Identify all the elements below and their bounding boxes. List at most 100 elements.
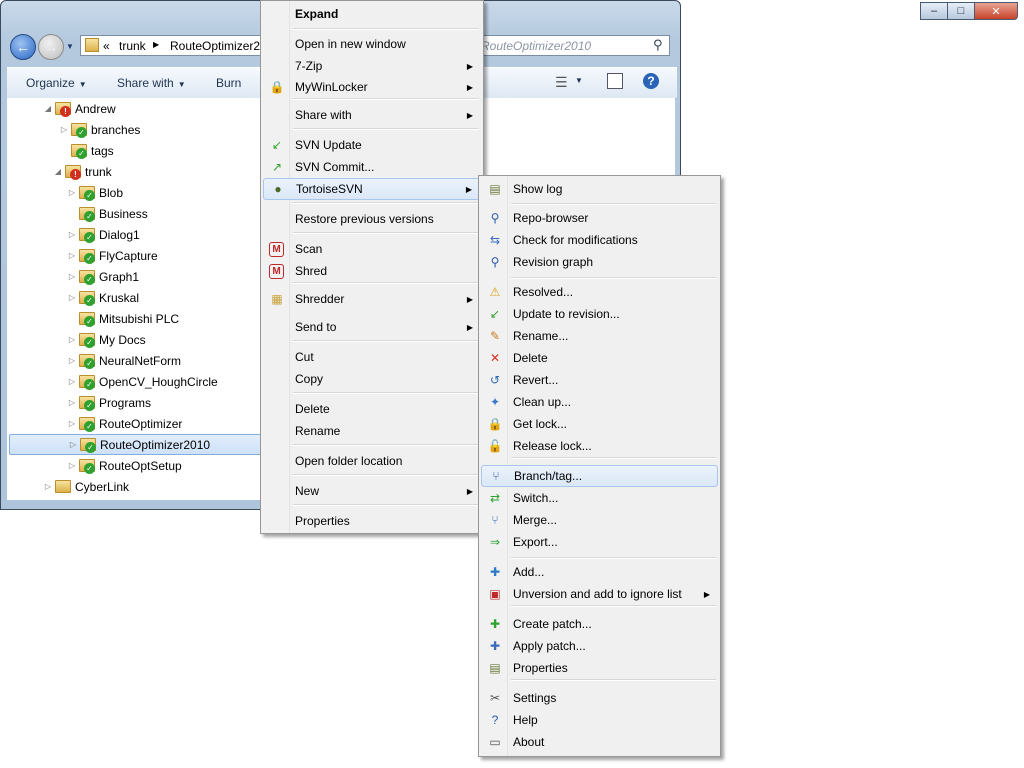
tree-item-branches[interactable]: ▷ ✓ branches <box>59 119 140 140</box>
share-with-button[interactable]: Share with ▼ <box>117 76 186 90</box>
forward-button[interactable]: → <box>38 34 64 60</box>
menu-item-7-zip[interactable]: 7-Zip ▶ <box>263 55 481 77</box>
svn-menu-item-revert[interactable]: ↺ Revert... <box>481 369 718 391</box>
expand-arrow-icon[interactable]: ▷ <box>67 461 77 470</box>
svn-menu-item-about[interactable]: ▭ About <box>481 731 718 753</box>
expand-arrow-icon[interactable]: ▷ <box>67 377 77 386</box>
menu-item-shred[interactable]: M Shred <box>263 260 481 282</box>
recent-pages-chevron-icon[interactable]: ▼ <box>66 42 74 51</box>
svn-menu-item-add[interactable]: ✚ Add... <box>481 561 718 583</box>
expand-arrow-icon[interactable]: ▷ <box>67 335 77 344</box>
menu-item-copy[interactable]: Copy <box>263 368 481 390</box>
organize-button[interactable]: Organize ▼ <box>26 76 87 90</box>
menu-item-cut[interactable]: Cut <box>263 346 481 368</box>
svn-menu-item-delete[interactable]: ✕ Delete <box>481 347 718 369</box>
expand-arrow-icon[interactable]: ▷ <box>67 251 77 260</box>
expand-arrow-icon[interactable]: ▷ <box>67 230 77 239</box>
menu-item-shredder[interactable]: ▦ Shredder ▶ <box>263 288 481 310</box>
tree-item-my-docs[interactable]: ▷ ✓ My Docs <box>67 329 146 350</box>
menu-item-tortoisesvn[interactable]: ● TortoiseSVN ▶ <box>263 178 481 200</box>
tree-item-blob[interactable]: ▷ ✓ Blob <box>67 182 123 203</box>
breadcrumb-trunk[interactable]: trunk <box>119 39 146 53</box>
menu-item-rename[interactable]: Rename <box>263 420 481 442</box>
menu-separator <box>293 28 479 30</box>
search-icon[interactable]: ⚲ <box>653 37 663 53</box>
menu-item-svn-update[interactable]: ↙ SVN Update <box>263 134 481 156</box>
menu-item-restore-previous-versions[interactable]: Restore previous versions <box>263 208 481 230</box>
svn-menu-item-rename[interactable]: ✎ Rename... <box>481 325 718 347</box>
svn-menu-item-create-patch[interactable]: ✚ Create patch... <box>481 613 718 635</box>
expand-arrow-icon[interactable]: ▷ <box>67 293 77 302</box>
svn-menu-item-help[interactable]: ? Help <box>481 709 718 731</box>
menu-item-open-folder-location[interactable]: Open folder location <box>263 450 481 472</box>
svn-menu-item-show-log[interactable]: ▤ Show log <box>481 178 718 200</box>
svn-menu-item-update-to-revision[interactable]: ↙ Update to revision... <box>481 303 718 325</box>
svn-menu-item-properties[interactable]: ▤ Properties <box>481 657 718 679</box>
menu-item-properties[interactable]: Properties <box>263 510 481 532</box>
tree-item-dialog1[interactable]: ▷ ✓ Dialog1 <box>67 224 140 245</box>
menu-item-delete[interactable]: Delete <box>263 398 481 420</box>
menu-item-expand[interactable]: Expand <box>263 3 481 25</box>
search-box-text[interactable]: RouteOptimizer2010 <box>481 39 591 53</box>
svn-menu-item-merge[interactable]: ⑂ Merge... <box>481 509 718 531</box>
tree-item-opencv-houghcircle[interactable]: ▷ ✓ OpenCV_HoughCircle <box>67 371 218 392</box>
svn-menu-item-export[interactable]: ⇒ Export... <box>481 531 718 553</box>
svn-menu-item-settings[interactable]: ✂ Settings <box>481 687 718 709</box>
menu-item-svn-commit[interactable]: ↗ SVN Commit... <box>263 156 481 178</box>
menu-separator <box>511 557 716 559</box>
svn-menu-item-check-for-modifications[interactable]: ⇆ Check for modifications <box>481 229 718 251</box>
tree-item-neuralnetform[interactable]: ▷ ✓ NeuralNetForm <box>67 350 181 371</box>
svn-normal-overlay-icon: ✓ <box>76 148 87 159</box>
svn-menu-item-revision-graph[interactable]: ⚲ Revision graph <box>481 251 718 273</box>
tree-item-business[interactable]: ✓ Business <box>67 203 148 224</box>
expand-arrow-icon[interactable]: ▷ <box>59 125 69 134</box>
tree-item-tags[interactable]: ✓ tags <box>59 140 114 161</box>
expand-arrow-icon[interactable]: ▷ <box>67 419 77 428</box>
tree-item-mitsubishi-plc[interactable]: ✓ Mitsubishi PLC <box>67 308 179 329</box>
svn-menu-item-release-lock[interactable]: 🔓 Release lock... <box>481 435 718 457</box>
view-dropdown-chevron-icon[interactable]: ▼ <box>575 76 583 85</box>
menu-item-label: Expand <box>295 7 339 21</box>
expand-arrow-icon[interactable]: ▷ <box>68 440 78 449</box>
svn-menu-item-resolved[interactable]: ⚠ Resolved... <box>481 281 718 303</box>
tree-item-cyberlink[interactable]: ▷ CyberLink <box>43 476 129 497</box>
svn-menu-item-apply-patch[interactable]: ✚ Apply patch... <box>481 635 718 657</box>
tree-item-trunk[interactable]: ◢! trunk <box>53 161 112 182</box>
tree-item-routeoptimizer[interactable]: ▷ ✓ RouteOptimizer <box>67 413 182 434</box>
menu-item-open-in-new-window[interactable]: Open in new window <box>263 33 481 55</box>
address-overflow-chevron[interactable]: « <box>103 39 110 53</box>
tree-item-andrew[interactable]: ◢! Andrew <box>43 98 116 119</box>
expand-arrow-icon[interactable]: ▷ <box>67 272 77 281</box>
preview-pane-icon[interactable] <box>607 73 623 89</box>
breadcrumb-separator-icon[interactable]: ▶ <box>153 40 159 49</box>
menu-item-share-with[interactable]: Share with ▶ <box>263 104 481 126</box>
menu-item-new[interactable]: New ▶ <box>263 480 481 502</box>
svn-menu-item-branch-tag[interactable]: ⑂ Branch/tag... <box>481 465 718 487</box>
tree-item-flycapture[interactable]: ▷ ✓ FlyCapture <box>67 245 158 266</box>
expand-arrow-icon[interactable]: ▷ <box>43 482 53 491</box>
expand-arrow-icon[interactable]: ▷ <box>67 188 77 197</box>
expand-arrow-icon[interactable]: ◢ <box>43 104 53 113</box>
svn-menu-item-clean-up[interactable]: ✦ Clean up... <box>481 391 718 413</box>
svn-menu-item-label: Delete <box>513 351 548 365</box>
help-icon[interactable]: ? <box>643 73 659 89</box>
view-options-icon[interactable]: ☰ <box>555 74 568 91</box>
tree-item-routeoptimizer2010[interactable]: ▷ ✓ RouteOptimizer2010 <box>9 434 303 455</box>
expand-arrow-icon[interactable]: ◢ <box>53 167 63 176</box>
tree-item-programs[interactable]: ▷ ✓ Programs <box>67 392 151 413</box>
menu-item-send-to[interactable]: Send to ▶ <box>263 316 481 338</box>
expand-arrow-icon[interactable]: ▷ <box>67 356 77 365</box>
svn-update-icon: ↙ <box>271 138 283 152</box>
tree-item-kruskal[interactable]: ▷ ✓ Kruskal <box>67 287 139 308</box>
menu-item-scan[interactable]: M Scan <box>263 238 481 260</box>
menu-item-mywinlocker[interactable]: 🔒 MyWinLocker ▶ <box>263 76 481 98</box>
expand-arrow-icon[interactable]: ▷ <box>67 398 77 407</box>
back-button[interactable]: ← <box>10 34 36 60</box>
svn-menu-item-get-lock[interactable]: 🔒 Get lock... <box>481 413 718 435</box>
tree-item-graph1[interactable]: ▷ ✓ Graph1 <box>67 266 139 287</box>
burn-button[interactable]: Burn <box>216 76 241 90</box>
tree-item-routeoptsetup[interactable]: ▷ ✓ RouteOptSetup <box>67 455 182 476</box>
svn-menu-item-switch[interactable]: ⇄ Switch... <box>481 487 718 509</box>
svn-menu-item-unversion-and-add-to-ignore-list[interactable]: ▣ Unversion and add to ignore list ▶ <box>481 583 718 605</box>
svn-menu-item-repo-browser[interactable]: ⚲ Repo-browser <box>481 207 718 229</box>
